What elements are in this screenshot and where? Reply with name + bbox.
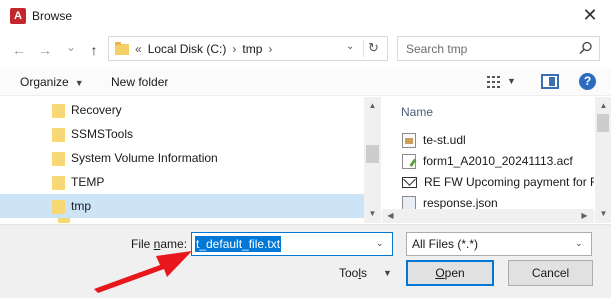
refresh-icon[interactable]: ↻ xyxy=(368,40,384,56)
breadcrumb-separator[interactable]: › xyxy=(268,42,272,56)
file-type-value: All Files (*.*) xyxy=(412,237,479,251)
breadcrumb: « Local Disk (C:) › tmp › xyxy=(115,41,272,56)
navigation-scroll-thumb[interactable] xyxy=(366,145,379,163)
organize-label: Organize xyxy=(20,75,69,89)
file-type-dropdown-icon: ⌄ xyxy=(575,238,583,248)
list-item[interactable]: te-st.udl xyxy=(402,131,466,149)
breadcrumb-local-disk[interactable]: Local Disk (C:) xyxy=(148,42,227,56)
udl-file-icon xyxy=(402,132,416,148)
email-file-icon xyxy=(402,176,417,188)
tree-item-label: System Volume Information xyxy=(71,151,218,165)
file-list: Name te-st.udl form1_A2010_20241113.acf … xyxy=(382,97,594,223)
file-name: RE FW Upcoming payment for Fi xyxy=(424,175,594,189)
organize-button[interactable]: Organize ▼ xyxy=(20,75,84,89)
column-header-name[interactable]: Name xyxy=(401,105,433,119)
address-bar[interactable]: « Local Disk (C:) › tmp › ⌄ ↻ xyxy=(108,36,388,61)
folder-icon xyxy=(52,104,65,118)
tree-item-label: Recovery xyxy=(71,103,122,117)
tree-item-recovery[interactable]: Recovery xyxy=(0,98,364,122)
tree-item-temp[interactable]: TEMP xyxy=(0,170,364,194)
back-button[interactable]: ← xyxy=(9,40,29,60)
list-item[interactable]: form1_A2010_20241113.acf xyxy=(402,152,573,170)
tools-dropdown-icon[interactable]: ▼ xyxy=(383,268,392,278)
window-title: Browse xyxy=(32,9,73,23)
tools-label: s xyxy=(361,266,368,280)
preview-pane-icon[interactable] xyxy=(541,74,559,89)
file-name: te-st.udl xyxy=(423,133,466,147)
file-list-scroll-thumb[interactable] xyxy=(597,114,609,132)
file-name-value: t_default_file.txt xyxy=(195,236,282,252)
up-button[interactable]: ↑ xyxy=(84,40,104,60)
address-divider xyxy=(363,40,364,57)
tree-item-tmp[interactable]: tmp xyxy=(0,194,364,218)
address-dropdown-icon[interactable]: ⌄ xyxy=(346,41,360,52)
file-name-input[interactable]: t_default_file.txt ⌄ xyxy=(191,232,393,256)
folder-icon xyxy=(52,152,65,166)
file-name: response.json xyxy=(423,196,498,210)
open-label: pen xyxy=(444,266,465,280)
open-accesskey: O xyxy=(435,266,445,280)
view-dropdown-icon[interactable]: ▼ xyxy=(507,76,516,86)
forward-button[interactable]: → xyxy=(35,40,55,60)
scroll-down-button[interactable]: ▼ xyxy=(595,207,611,221)
list-item[interactable]: RE FW Upcoming payment for Fi xyxy=(402,173,594,191)
new-folder-button[interactable]: New folder xyxy=(111,75,168,89)
scroll-left-button[interactable]: ◀ xyxy=(382,209,399,223)
tree-item-label: TEMP xyxy=(71,175,105,189)
navigation-pane: Recovery SSMSTools System Volume Informa… xyxy=(0,97,364,223)
horizontal-scrollbar[interactable]: ◀ ▶ xyxy=(382,209,594,223)
help-icon[interactable]: ? xyxy=(579,73,596,90)
view-options-icon[interactable] xyxy=(487,75,503,89)
recent-locations-button[interactable]: ⌄ xyxy=(61,37,81,57)
scroll-up-button[interactable]: ▲ xyxy=(364,99,381,113)
annotation-arrow xyxy=(94,251,192,293)
organize-dropdown-icon: ▼ xyxy=(74,78,84,88)
folder-icon xyxy=(52,200,65,214)
open-button[interactable]: Open xyxy=(406,260,494,286)
file-name-dropdown-icon[interactable]: ⌄ xyxy=(376,238,384,249)
file-name: form1_A2010_20241113.acf xyxy=(423,154,573,168)
tree-item-label: SSMSTools xyxy=(71,127,134,141)
title-bar: A Browse ✕ xyxy=(0,0,611,33)
scroll-up-button[interactable]: ▲ xyxy=(595,99,611,113)
file-type-select[interactable]: All Files (*.*) ⌄ xyxy=(406,232,592,256)
breadcrumb-tmp[interactable]: tmp xyxy=(242,42,262,56)
breadcrumb-separator[interactable]: › xyxy=(232,42,236,56)
folder-icon xyxy=(52,176,65,190)
tree-item-system-volume-information[interactable]: System Volume Information xyxy=(0,146,364,170)
overflow-chevron[interactable]: « xyxy=(135,42,142,56)
tools-label: Too xyxy=(339,266,359,280)
tree-item-ssmstools[interactable]: SSMSTools xyxy=(0,122,364,146)
close-button[interactable]: ✕ xyxy=(575,4,605,28)
command-toolbar: Organize ▼ New folder ▼ ? xyxy=(0,68,611,96)
scroll-right-button[interactable]: ▶ xyxy=(576,209,593,223)
cancel-button[interactable]: Cancel xyxy=(508,260,593,286)
tools-button[interactable]: Tools xyxy=(339,266,367,280)
search-placeholder: Search tmp xyxy=(406,42,468,56)
search-input[interactable]: Search tmp xyxy=(397,36,600,61)
scroll-down-button[interactable]: ▼ xyxy=(364,207,381,221)
folder-icon xyxy=(58,218,70,223)
acf-file-icon xyxy=(402,153,416,169)
tree-item-label: tmp xyxy=(71,199,92,213)
folder-icon xyxy=(52,128,65,142)
app-icon: A xyxy=(10,8,26,24)
search-icon[interactable] xyxy=(579,41,593,55)
folder-icon xyxy=(115,41,129,55)
